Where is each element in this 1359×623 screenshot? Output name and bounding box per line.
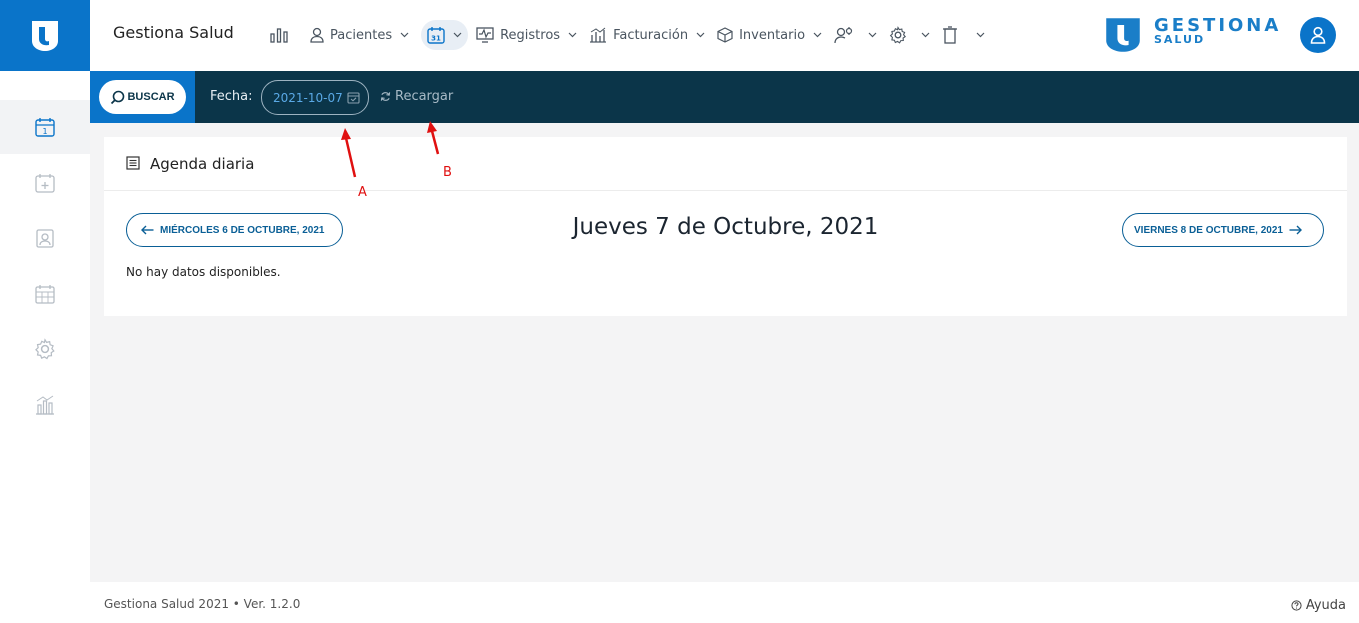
arrow-right-icon (1289, 225, 1302, 235)
footer-version: Gestiona Salud 2021 • Ver. 1.2.0 (104, 597, 301, 611)
previous-day-button[interactable]: MIÉRCOLES 6 DE OCTUBRE, 2021 (126, 213, 343, 247)
gear-icon (35, 338, 55, 360)
search-button-label: BUSCAR (127, 91, 175, 103)
nav-pacientes[interactable]: Pacientes (306, 18, 417, 52)
nav-registros-label: Registros (500, 27, 561, 43)
monitor-pulse-icon (476, 27, 494, 43)
user-avatar[interactable] (1300, 17, 1336, 53)
previous-day-label: MIÉRCOLES 6 DE OCTUBRE, 2021 (160, 224, 325, 236)
reload-button[interactable]: Recargar (380, 89, 453, 104)
app-logo[interactable] (0, 0, 90, 71)
nav-agenda[interactable]: 31 (417, 18, 472, 52)
brand-logo: GESTIONA SALUD (1104, 15, 1284, 55)
nav-facturacion[interactable]: Facturación (585, 18, 713, 52)
brand-shield-icon (1106, 18, 1140, 52)
nav-inventario-label: Inventario (739, 27, 806, 43)
app-title: Gestiona Salud (113, 23, 234, 42)
user-icon (310, 27, 324, 43)
nav-configuracion[interactable] (885, 18, 938, 52)
calendar-grid-icon (35, 285, 55, 304)
logo-shield-icon (32, 20, 58, 51)
box-icon (717, 27, 733, 43)
svg-text:1: 1 (42, 127, 47, 136)
calendar-icon[interactable] (347, 91, 360, 104)
svg-text:31: 31 (431, 35, 441, 43)
empty-state-message: No hay datos disponibles. (126, 265, 281, 279)
sidebar: 1 (0, 71, 90, 623)
search-button-container: BUSCAR (90, 71, 195, 123)
next-day-button[interactable]: VIERNES 8 DE OCTUBRE, 2021 (1122, 213, 1324, 247)
chevron-down-icon (453, 32, 462, 38)
search-button[interactable]: BUSCAR (99, 80, 186, 114)
reload-label: Recargar (395, 89, 454, 104)
footer: Gestiona Salud 2021 • Ver. 1.2.0 Ayuda (90, 582, 1359, 623)
help-link[interactable]: Ayuda (1291, 598, 1346, 613)
help-label: Ayuda (1305, 598, 1346, 613)
sidebar-item-agenda-diaria[interactable]: 1 (0, 100, 90, 154)
nav-dashboard[interactable] (266, 18, 292, 52)
chevron-down-icon (921, 32, 930, 38)
agenda-card-header: Agenda diaria (104, 137, 1347, 191)
trash-icon (943, 26, 958, 44)
refresh-icon (380, 92, 391, 101)
main-nav: Pacientes 31 Registros Facturación Inven… (266, 18, 993, 52)
chevron-down-icon (696, 32, 705, 38)
sidebar-item-configuracion[interactable] (0, 322, 90, 376)
date-input-value: 2021-10-07 (273, 90, 343, 105)
nav-papelera[interactable] (938, 18, 993, 52)
nav-agenda-highlight: 31 (421, 20, 469, 50)
brand-subname: SALUD (1154, 33, 1206, 46)
arrow-left-icon (141, 225, 154, 235)
nav-usuarios[interactable] (830, 18, 885, 52)
billing-chart-icon (590, 27, 607, 43)
chevron-down-icon (400, 32, 409, 38)
help-circle-icon (1291, 600, 1302, 611)
date-input[interactable]: 2021-10-07 (261, 80, 369, 115)
date-label: Fecha: (210, 89, 253, 104)
sidebar-item-nueva-cita[interactable] (0, 156, 90, 210)
sidebar-item-estadisticas[interactable] (0, 378, 90, 432)
calendar-day-icon: 1 (35, 118, 55, 137)
next-day-label: VIERNES 8 DE OCTUBRE, 2021 (1134, 224, 1283, 236)
annotation-label-b: B (443, 165, 452, 180)
nav-pacientes-label: Pacientes (330, 27, 393, 43)
list-icon (126, 156, 140, 170)
contact-card-icon (36, 229, 54, 248)
search-icon (111, 90, 125, 104)
sidebar-item-calendario[interactable] (0, 267, 90, 321)
nav-inventario[interactable]: Inventario (713, 18, 830, 52)
annotation-label-a: A (358, 185, 367, 200)
chevron-down-icon (976, 32, 985, 38)
search-bar: BUSCAR Fecha: 2021-10-07 Recargar (90, 71, 1359, 123)
calendar-icon: 31 (427, 27, 445, 44)
user-gear-icon (834, 27, 853, 44)
nav-facturacion-label: Facturación (613, 27, 689, 43)
agenda-title: Agenda diaria (150, 155, 255, 173)
chevron-down-icon (568, 32, 577, 38)
calendar-plus-icon (35, 174, 55, 193)
gear-icon (889, 26, 907, 44)
chevron-down-icon (868, 32, 877, 38)
nav-registros[interactable]: Registros (472, 18, 585, 52)
top-bar: Gestiona Salud Pacientes 31 Registros Fa… (0, 0, 1359, 71)
user-icon (1310, 26, 1326, 44)
agenda-card: Agenda diaria Jueves 7 de Octubre, 2021 … (104, 137, 1347, 316)
sidebar-item-contactos[interactable] (0, 211, 90, 265)
bar-chart-icon (270, 28, 288, 43)
chart-bars-icon (36, 395, 54, 415)
chevron-down-icon (813, 32, 822, 38)
